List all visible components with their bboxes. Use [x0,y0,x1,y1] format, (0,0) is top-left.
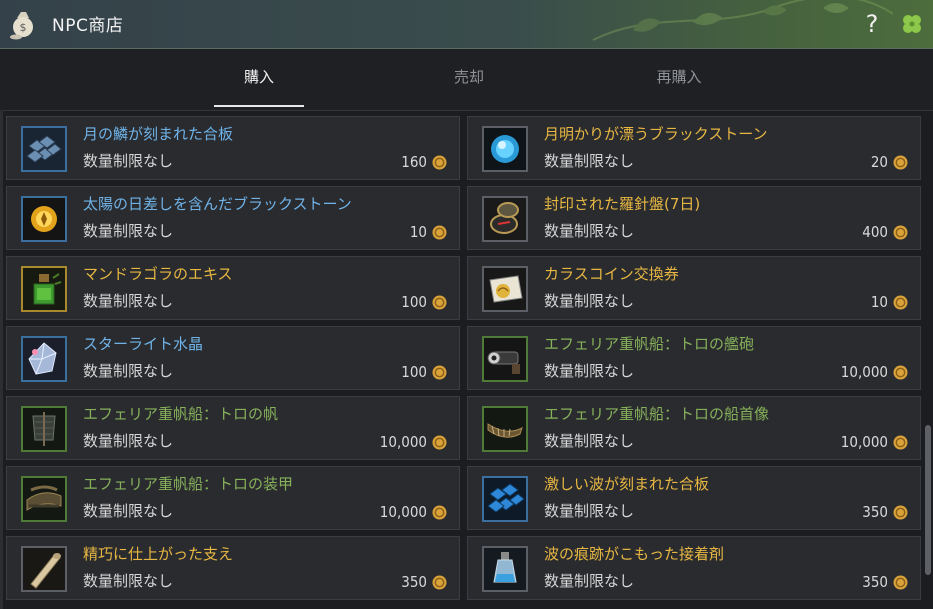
compass-icon [482,196,528,242]
shop-item[interactable]: エフェリア重帆船：トロの帆 数量制限なし 10,000 [6,396,460,460]
shop-item[interactable]: エフェリア重帆船：トロの装甲 数量制限なし 10,000 [6,466,460,530]
silver-coin-icon [432,365,447,380]
npc-shop-window: $ NPC商店 ? 購入 売却 再購入 月の鱗が刻まれた合板 数量制限なし 16… [0,0,933,609]
tab-sell[interactable]: 売却 [424,49,514,109]
item-price: 10,000 [840,363,888,381]
item-name: エフェリア重帆船：トロの艦砲 [544,335,755,353]
left-edge [0,110,3,609]
item-limit: 数量制限なし [544,432,635,450]
tab-bar: 購入 売却 再購入 [0,49,933,111]
item-limit: 数量制限なし [544,362,635,380]
item-limit: 数量制限なし [83,152,174,170]
silver-coin-icon [432,295,447,310]
leaf-decoration [592,0,893,41]
ship-figurehead-icon [482,406,528,452]
ship-cannon-icon [482,336,528,382]
wave-plate-icon [482,476,528,522]
item-limit: 数量制限なし [83,502,174,520]
item-price: 100 [401,363,427,381]
shop-item[interactable]: 激しい波が刻まれた合板 数量制限なし 350 [467,466,921,530]
item-limit: 数量制限なし [544,292,635,310]
silver-coin-icon [432,225,447,240]
ship-sail-icon [21,406,67,452]
silver-coin-icon [893,435,908,450]
shop-item[interactable]: エフェリア重帆船：トロの船首像 数量制限なし 10,000 [467,396,921,460]
item-limit: 数量制限なし [544,152,635,170]
money-bag-icon: $ [10,12,33,40]
item-limit: 数量制限なし [83,362,174,380]
shop-item[interactable]: 月の鱗が刻まれた合板 数量制限なし 160 [6,116,460,180]
silver-coin-icon [432,575,447,590]
item-price: 10 [409,223,427,241]
item-price: 10,000 [379,433,427,451]
shop-item[interactable]: カラスコイン交換券 数量制限なし 10 [467,256,921,320]
item-name: エフェリア重帆船：トロの装甲 [83,475,294,493]
shop-item[interactable]: スターライト水晶 数量制限なし 100 [6,326,460,390]
moonlight-blackstone-icon [482,126,528,172]
item-name: 月の鱗が刻まれた合板 [83,125,234,143]
shop-item[interactable]: マンドラゴラのエキス 数量制限なし 100 [6,256,460,320]
item-price: 400 [862,223,888,241]
item-price: 100 [401,293,427,311]
title-bar[interactable]: $ NPC商店 ? [0,0,933,49]
item-name: マンドラゴラのエキス [83,265,233,283]
silver-coin-icon [893,155,908,170]
silver-coin-icon [893,295,908,310]
item-price: 160 [401,153,427,171]
item-limit: 数量制限なし [544,222,635,240]
clover-icon[interactable] [899,11,925,37]
help-icon[interactable]: ? [860,9,884,39]
tab-rebuy[interactable]: 再購入 [634,49,724,109]
item-price: 350 [401,573,427,591]
shop-item[interactable]: 波の痕跡がこもった接着剤 数量制限なし 350 [467,536,921,600]
sunlight-blackstone-icon [21,196,67,242]
item-limit: 数量制限なし [544,502,635,520]
silver-coin-icon [893,505,908,520]
silver-coin-icon [893,225,908,240]
item-list: 月の鱗が刻まれた合板 数量制限なし 160 月明かりが漂うブラックストーン 数量… [6,116,924,609]
svg-text:$: $ [20,21,27,34]
item-name: エフェリア重帆船：トロの船首像 [544,405,770,423]
shop-item[interactable]: 太陽の日差しを含んだブラックストーン 数量制限なし 10 [6,186,460,250]
window-title: NPC商店 [52,16,124,36]
item-price: 10,000 [840,433,888,451]
item-limit: 数量制限なし [544,572,635,590]
item-price: 10 [870,293,888,311]
silver-coin-icon [893,575,908,590]
item-price: 10,000 [379,503,427,521]
item-limit: 数量制限なし [83,572,174,590]
shop-item[interactable]: 封印された羅針盤(7日) 数量制限なし 400 [467,186,921,250]
blue-scale-plate-icon [21,126,67,172]
item-limit: 数量制限なし [83,432,174,450]
mandragora-essence-icon [21,266,67,312]
silver-coin-icon [432,155,447,170]
item-limit: 数量制限なし [83,222,174,240]
crow-coin-voucher-icon [482,266,528,312]
item-name: 封印された羅針盤(7日) [544,195,701,213]
item-price: 350 [862,573,888,591]
item-limit: 数量制限なし [83,292,174,310]
tab-buy[interactable]: 購入 [214,49,304,109]
silver-coin-icon [893,365,908,380]
shop-item[interactable]: 月明かりが漂うブラックストーン 数量制限なし 20 [467,116,921,180]
item-name: スターライト水晶 [83,335,204,353]
item-name: 激しい波が刻まれた合板 [544,475,710,493]
item-name: カラスコイン交換券 [544,265,679,283]
item-name: 精巧に仕上がった支え [83,545,234,563]
starlight-crystal-icon [21,336,67,382]
timber-support-icon [21,546,67,592]
item-name: 波の痕跡がこもった接着剤 [544,545,725,563]
adhesive-bottle-icon [482,546,528,592]
silver-coin-icon [432,505,447,520]
item-price: 350 [862,503,888,521]
scrollbar-thumb[interactable] [925,425,931,575]
item-name: 太陽の日差しを含んだブラックストーン [83,195,352,213]
ship-armor-icon [21,476,67,522]
silver-coin-icon [432,435,447,450]
item-name: 月明かりが漂うブラックストーン [544,125,768,143]
item-price: 20 [870,153,888,171]
item-name: エフェリア重帆船：トロの帆 [83,405,279,423]
shop-item[interactable]: エフェリア重帆船：トロの艦砲 数量制限なし 10,000 [467,326,921,390]
shop-item[interactable]: 精巧に仕上がった支え 数量制限なし 350 [6,536,460,600]
